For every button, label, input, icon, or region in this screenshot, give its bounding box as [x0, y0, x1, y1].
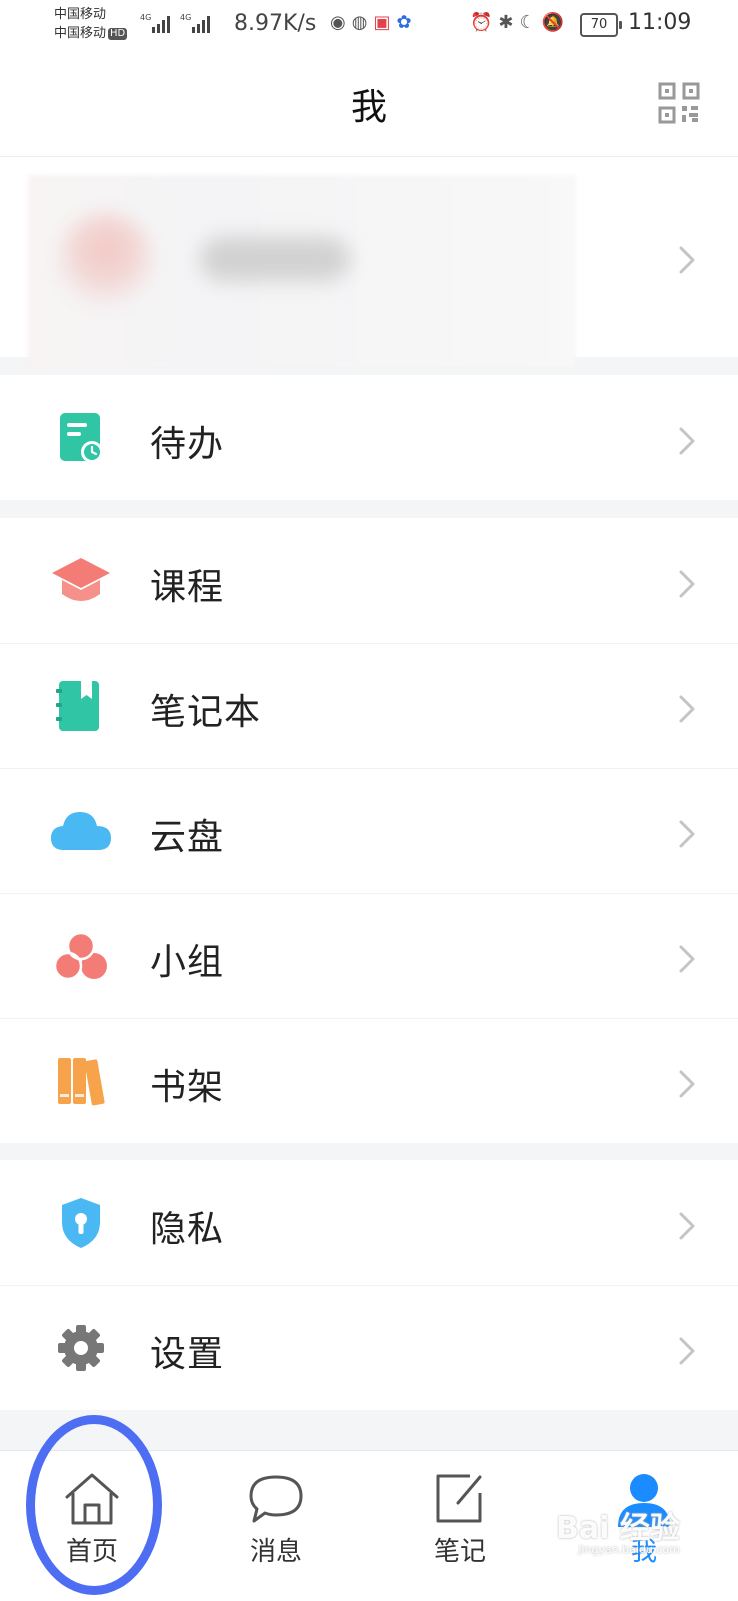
- profile-card[interactable]: [0, 157, 738, 367]
- bluetooth-icon: ✱: [498, 12, 520, 33]
- menu-label-course: 课程: [150, 567, 225, 608]
- network-speed: 8.97K/s: [234, 11, 317, 36]
- section-account: 隐私 设置: [0, 1160, 738, 1410]
- chevron-right-icon: [676, 569, 698, 598]
- menu-item-group[interactable]: 小组: [0, 893, 738, 1018]
- net-type-2: 4G: [180, 13, 191, 22]
- signal-icon-2: 4G: [180, 13, 210, 33]
- chevron-right-icon: [676, 426, 698, 455]
- chevron-right-icon: [676, 1069, 698, 1098]
- book-app-icon: ▣: [373, 12, 397, 33]
- system-icons: ⏰✱☾🔕: [470, 12, 570, 33]
- avatar: [58, 212, 154, 308]
- menu-item-course[interactable]: 课程: [0, 518, 738, 643]
- menu-label-group: 小组: [150, 942, 225, 983]
- page-title: 我: [350, 87, 387, 128]
- section-todo: 待办: [0, 375, 738, 500]
- mute-icon: 🔕: [541, 12, 571, 33]
- net-type-1: 4G: [140, 13, 151, 22]
- status-bar: 中国移动 中国移动 HD 4G 4G 8.97K/s ◉◍▣✿ ⏰✱☾🔕 70 1…: [0, 0, 738, 50]
- wechat-icon: ◉: [330, 12, 352, 33]
- menu-item-privacy[interactable]: 隐私: [0, 1160, 738, 1285]
- menu-item-todo[interactable]: 待办: [0, 375, 738, 500]
- message-icon: [249, 1475, 303, 1523]
- chevron-right-icon: [676, 245, 698, 274]
- clock: 11:09: [628, 10, 692, 35]
- notebook-icon: [56, 681, 99, 731]
- qr-code-icon[interactable]: [658, 82, 700, 124]
- username-blurred: [200, 237, 350, 281]
- menu-item-settings[interactable]: 设置: [0, 1285, 738, 1410]
- baidu-watermark: Bai 经验 jingyan.baidu.com: [556, 1503, 680, 1556]
- app-icon: ◍: [351, 12, 374, 33]
- annotation-circle: [26, 1415, 162, 1595]
- menu-item-cloud[interactable]: 云盘: [0, 768, 738, 893]
- menu-label-cloud: 云盘: [150, 817, 225, 858]
- group-icon: [53, 931, 107, 981]
- battery-icon: 70: [580, 13, 622, 37]
- carrier-1: 中国移动: [54, 7, 107, 22]
- carrier-info: 中国移动 中国移动 HD: [54, 5, 128, 43]
- menu-item-bookshelf[interactable]: 书架: [0, 1018, 738, 1143]
- tab-messages[interactable]: 消息: [184, 1451, 368, 1601]
- chevron-right-icon: [676, 694, 698, 723]
- notification-icons: ◉◍▣✿: [330, 12, 418, 33]
- chevron-right-icon: [676, 1211, 698, 1240]
- tab-label-notes: 笔记: [433, 1537, 486, 1567]
- signal-icon-1: 4G: [140, 13, 170, 33]
- tab-notes[interactable]: 笔记: [368, 1451, 552, 1601]
- cloud-icon: [51, 812, 111, 850]
- note-icon: [436, 1474, 482, 1523]
- tab-label-messages: 消息: [249, 1537, 302, 1567]
- moon-icon: ☾: [519, 12, 542, 33]
- chevron-right-icon: [676, 819, 698, 848]
- chevron-right-icon: [676, 1336, 698, 1365]
- section-learning: 课程 笔记本 云盘 小组 书架: [0, 518, 738, 1143]
- alarm-icon: ⏰: [470, 12, 499, 33]
- baidu-icon: ✿: [396, 12, 418, 33]
- menu-label-todo: 待办: [150, 424, 225, 465]
- hd-badge: HD: [108, 27, 128, 40]
- settings-icon: [58, 1325, 104, 1371]
- watermark-brand: Bai 经验: [556, 1511, 680, 1546]
- chevron-right-icon: [676, 944, 698, 973]
- menu-label-settings: 设置: [150, 1334, 225, 1375]
- menu-label-privacy: 隐私: [150, 1209, 225, 1250]
- privacy-icon: [62, 1198, 100, 1248]
- carrier-2: 中国移动: [54, 26, 107, 41]
- menu-label-bookshelf: 书架: [150, 1067, 225, 1108]
- bookshelf-icon: [58, 1058, 105, 1106]
- menu-label-notebook: 笔记本: [150, 692, 262, 733]
- menu-item-notebook[interactable]: 笔记本: [0, 643, 738, 768]
- todo-icon: [60, 413, 103, 463]
- header: 我: [0, 50, 738, 157]
- course-icon: [52, 558, 110, 601]
